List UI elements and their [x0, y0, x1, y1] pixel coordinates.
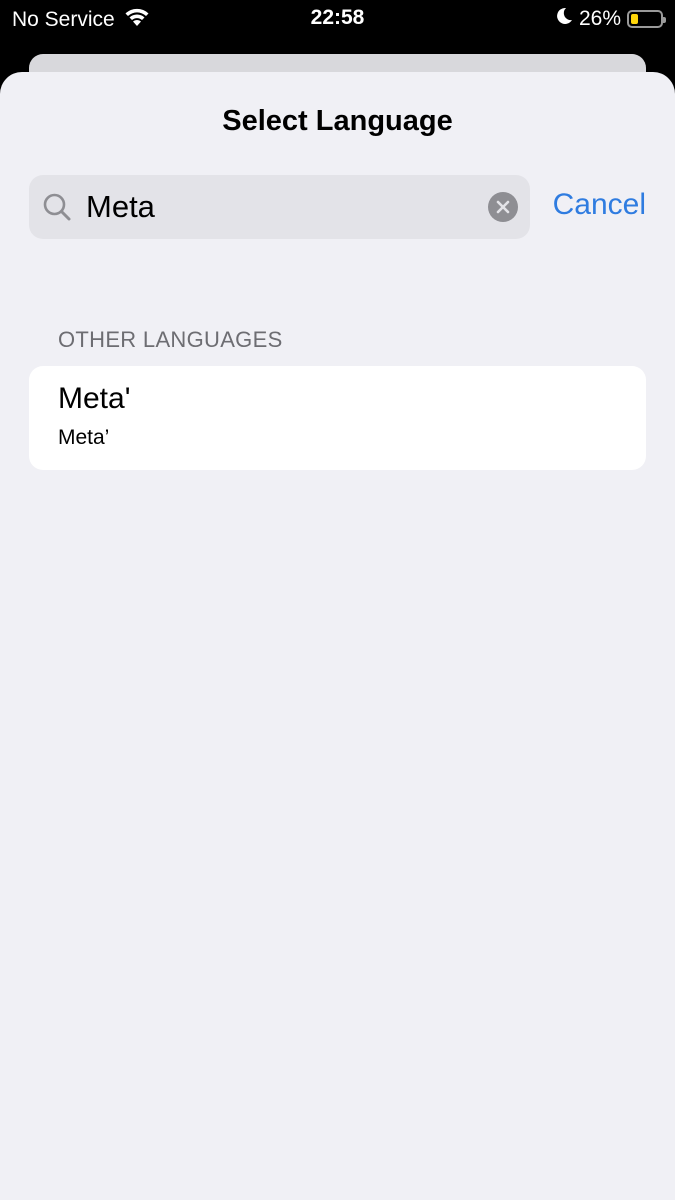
battery-icon: [627, 10, 666, 28]
search-field[interactable]: [29, 175, 530, 239]
list-item[interactable]: Meta' Meta’: [29, 366, 646, 470]
status-bar: No Service 22:58 26%: [0, 0, 675, 38]
search-input[interactable]: [86, 175, 476, 239]
battery-fill: [631, 14, 638, 24]
battery-percent: 26%: [578, 7, 621, 30]
sheet-title: Select Language: [222, 105, 453, 137]
cancel-button[interactable]: Cancel: [553, 188, 646, 222]
language-sheet: Select Language Cancel: [0, 72, 675, 1200]
status-right: 26%: [555, 6, 666, 32]
screen: No Service 22:58 26% Select Language Met…: [0, 0, 675, 1200]
language-name: Meta': [58, 382, 131, 415]
language-native-name: Meta’: [58, 426, 110, 449]
section-header: OTHER LANGUAGES: [58, 327, 283, 352]
clear-icon[interactable]: [488, 192, 518, 222]
search-row: Cancel: [29, 175, 646, 239]
search-icon: [42, 192, 72, 222]
moon-icon: [555, 6, 573, 32]
